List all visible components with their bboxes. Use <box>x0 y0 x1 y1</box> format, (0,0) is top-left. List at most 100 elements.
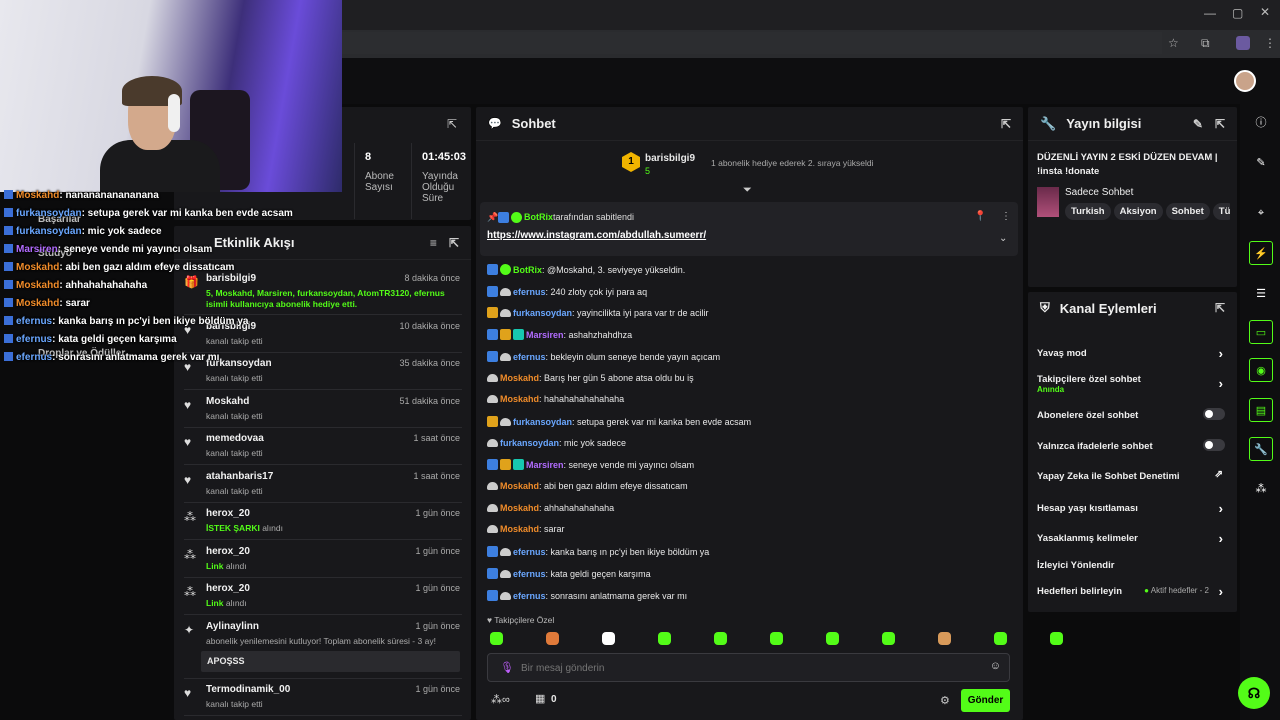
chat-username[interactable]: BotRix <box>513 265 542 275</box>
points-icon[interactable]: ⁂ <box>1249 476 1273 500</box>
mic-icon[interactable]: 🎙 <box>500 661 514 674</box>
chat-username[interactable]: efernus <box>513 591 546 601</box>
activity-user[interactable]: Moskahd <box>206 396 249 407</box>
activity-item[interactable]: ⁂ herox_20 1 gün önce İSTEK ŞARKI alındı <box>184 508 462 540</box>
emote-icon[interactable] <box>1050 632 1063 645</box>
popout-icon[interactable]: ⇱ <box>1001 117 1011 131</box>
store-icon[interactable]: ▤ <box>1249 398 1273 422</box>
points-icon[interactable]: ⁂∞ <box>491 693 510 706</box>
edit-icon[interactable]: ✎ <box>1193 117 1203 131</box>
emote-icon[interactable] <box>602 632 615 645</box>
activity-item[interactable]: ⁂ herox_20 1 gün önce Link alındı <box>184 546 462 578</box>
user-avatar[interactable] <box>1234 70 1256 92</box>
chat-username[interactable]: efernus <box>513 569 546 579</box>
edit-icon[interactable]: ✎ <box>1249 150 1273 174</box>
popout-icon[interactable]: ⇱ <box>1215 117 1225 131</box>
activity-item[interactable]: ⁂ herox_20 1 gün önce Link alındı <box>184 583 462 615</box>
chat-username[interactable]: Moskahd <box>500 503 539 513</box>
unpin-icon[interactable]: 📍 <box>974 211 986 222</box>
chat-username[interactable]: Moskahd <box>500 394 539 404</box>
channel-action-row[interactable]: Takipçilere özel sohbet Anında › <box>1037 374 1227 394</box>
emote-icon[interactable] <box>490 632 503 645</box>
minimize-icon[interactable]: — <box>1204 6 1216 20</box>
activity-user[interactable]: Aylinaylinn <box>206 621 259 632</box>
activity-user[interactable]: atahanbaris17 <box>206 471 273 482</box>
chat-username[interactable]: furkansoydan <box>513 308 572 318</box>
stream-tag[interactable]: Tü <box>1212 203 1230 220</box>
wrench-icon[interactable]: 🔧 <box>1249 437 1273 461</box>
category-thumbnail[interactable] <box>1037 187 1059 217</box>
emote-icon[interactable] <box>714 632 727 645</box>
send-button[interactable]: Gönder <box>961 689 1010 712</box>
activity-item[interactable]: ♥ Moskahd 51 dakika önce kanalı takip etti <box>184 396 462 428</box>
stream-tag[interactable]: Aksiyon <box>1113 203 1163 220</box>
lightning-icon[interactable]: ⚡ <box>1249 241 1273 265</box>
activity-user[interactable]: herox_20 <box>206 583 250 594</box>
chat-username[interactable]: efernus <box>513 287 546 297</box>
chat-username[interactable]: Moskahd <box>500 481 539 491</box>
chevron-down-icon[interactable]: ⌄ <box>999 233 1007 244</box>
popout-icon[interactable]: ⇱ <box>447 117 457 131</box>
more-icon[interactable]: ⋮ <box>1264 36 1276 50</box>
chat-username[interactable]: efernus <box>513 547 546 557</box>
close-icon[interactable]: ✕ <box>1260 5 1270 19</box>
chat-username[interactable]: Marsiren <box>526 330 564 340</box>
star-icon[interactable]: ☆ <box>1168 36 1179 50</box>
channel-action-row[interactable]: Abonelere özel sohbet <box>1037 408 1227 421</box>
collapse-icon[interactable]: ⏷ <box>743 184 752 197</box>
chat-input-box[interactable]: 🎙 ☺ <box>487 653 1010 682</box>
broadcast-icon[interactable]: ◉ <box>1249 358 1273 382</box>
activity-user[interactable]: memedovaa <box>206 433 264 444</box>
chat-username[interactable]: Moskahd <box>500 524 539 534</box>
store-icon[interactable]: ▦ <box>535 692 545 705</box>
emote-icon[interactable] <box>994 632 1007 645</box>
chat-settings-icon[interactable]: ⚙ <box>940 694 950 707</box>
chat-username[interactable]: efernus <box>513 352 546 362</box>
stream-tag[interactable]: Turkish <box>1065 203 1111 220</box>
pinned-link[interactable]: https://www.instagram.com/abdullah.sumee… <box>487 230 706 241</box>
channel-action-row[interactable]: Yasaklanmış kelimeler › <box>1037 531 1227 546</box>
channel-action-row[interactable]: Yavaş mod › <box>1037 346 1227 361</box>
target-icon[interactable]: ⌖ <box>1249 201 1273 225</box>
category-name[interactable]: Sadece Sohbet <box>1065 187 1133 198</box>
emote-icon[interactable] <box>882 632 895 645</box>
activity-user[interactable]: herox_20 <box>206 546 250 557</box>
chat-username[interactable]: furkansoydan <box>500 438 559 448</box>
activity-item[interactable]: ♥ Termodinamik_00 1 gün önce kanalı takip e… <box>184 684 462 716</box>
activity-user[interactable]: herox_20 <box>206 508 250 519</box>
maximize-icon[interactable]: ▢ <box>1232 6 1243 20</box>
popout-icon[interactable]: ⇱ <box>1215 301 1225 315</box>
help-button[interactable]: ☊ <box>1238 677 1270 709</box>
activity-item[interactable]: ♥ memedovaa 1 saat önce kanalı takip etti <box>184 433 462 465</box>
filter-icon[interactable]: ≡ <box>430 236 437 250</box>
info-icon[interactable]: ⓘ <box>1249 110 1273 134</box>
chat-input[interactable] <box>521 659 971 677</box>
more-icon[interactable]: ⋮ <box>1001 211 1011 222</box>
emote-icon[interactable] <box>658 632 671 645</box>
channel-action-row[interactable]: Yapay Zeka ile Sohbet Denetimi ⇗ <box>1037 469 1227 482</box>
emote-icon[interactable] <box>938 632 951 645</box>
popout-icon[interactable]: ⇱ <box>449 236 459 250</box>
channel-action-row[interactable]: Yalnızca ifadelerle sohbet <box>1037 439 1227 452</box>
stream-tag[interactable]: Sohbet <box>1165 203 1210 220</box>
emoji-icon[interactable]: ☺ <box>990 660 1001 672</box>
channel-action-row[interactable]: Hesap yaşı kısıtlaması › <box>1037 501 1227 516</box>
activity-item[interactable]: ♥ atahanbaris17 1 saat önce kanalı takip et… <box>184 471 462 503</box>
address-bar[interactable] <box>342 32 1162 54</box>
channel-action-row[interactable]: Hedefleri belirleyin ● Aktif hedefler - 2… <box>1037 584 1227 599</box>
emote-icon[interactable] <box>546 632 559 645</box>
extensions-icon[interactable]: ⧉ <box>1201 36 1210 51</box>
chat-username[interactable]: Marsiren <box>526 460 564 470</box>
channel-action-row[interactable]: İzleyici Yönlendir <box>1037 560 1227 571</box>
toggle-switch[interactable] <box>1203 439 1225 451</box>
chat-username[interactable]: furkansoydan <box>513 417 572 427</box>
activity-user[interactable]: Termodinamik_00 <box>206 684 290 695</box>
chat-icon[interactable]: ▭ <box>1249 320 1273 344</box>
chat-username[interactable]: Moskahd <box>500 373 539 383</box>
top-gifter-name[interactable]: barisbilgi9 <box>645 153 695 164</box>
profile-icon[interactable] <box>1236 36 1250 50</box>
emote-icon[interactable] <box>770 632 783 645</box>
list-icon[interactable]: ☰ <box>1249 281 1273 305</box>
toggle-switch[interactable] <box>1203 408 1225 420</box>
emote-icon[interactable] <box>826 632 839 645</box>
